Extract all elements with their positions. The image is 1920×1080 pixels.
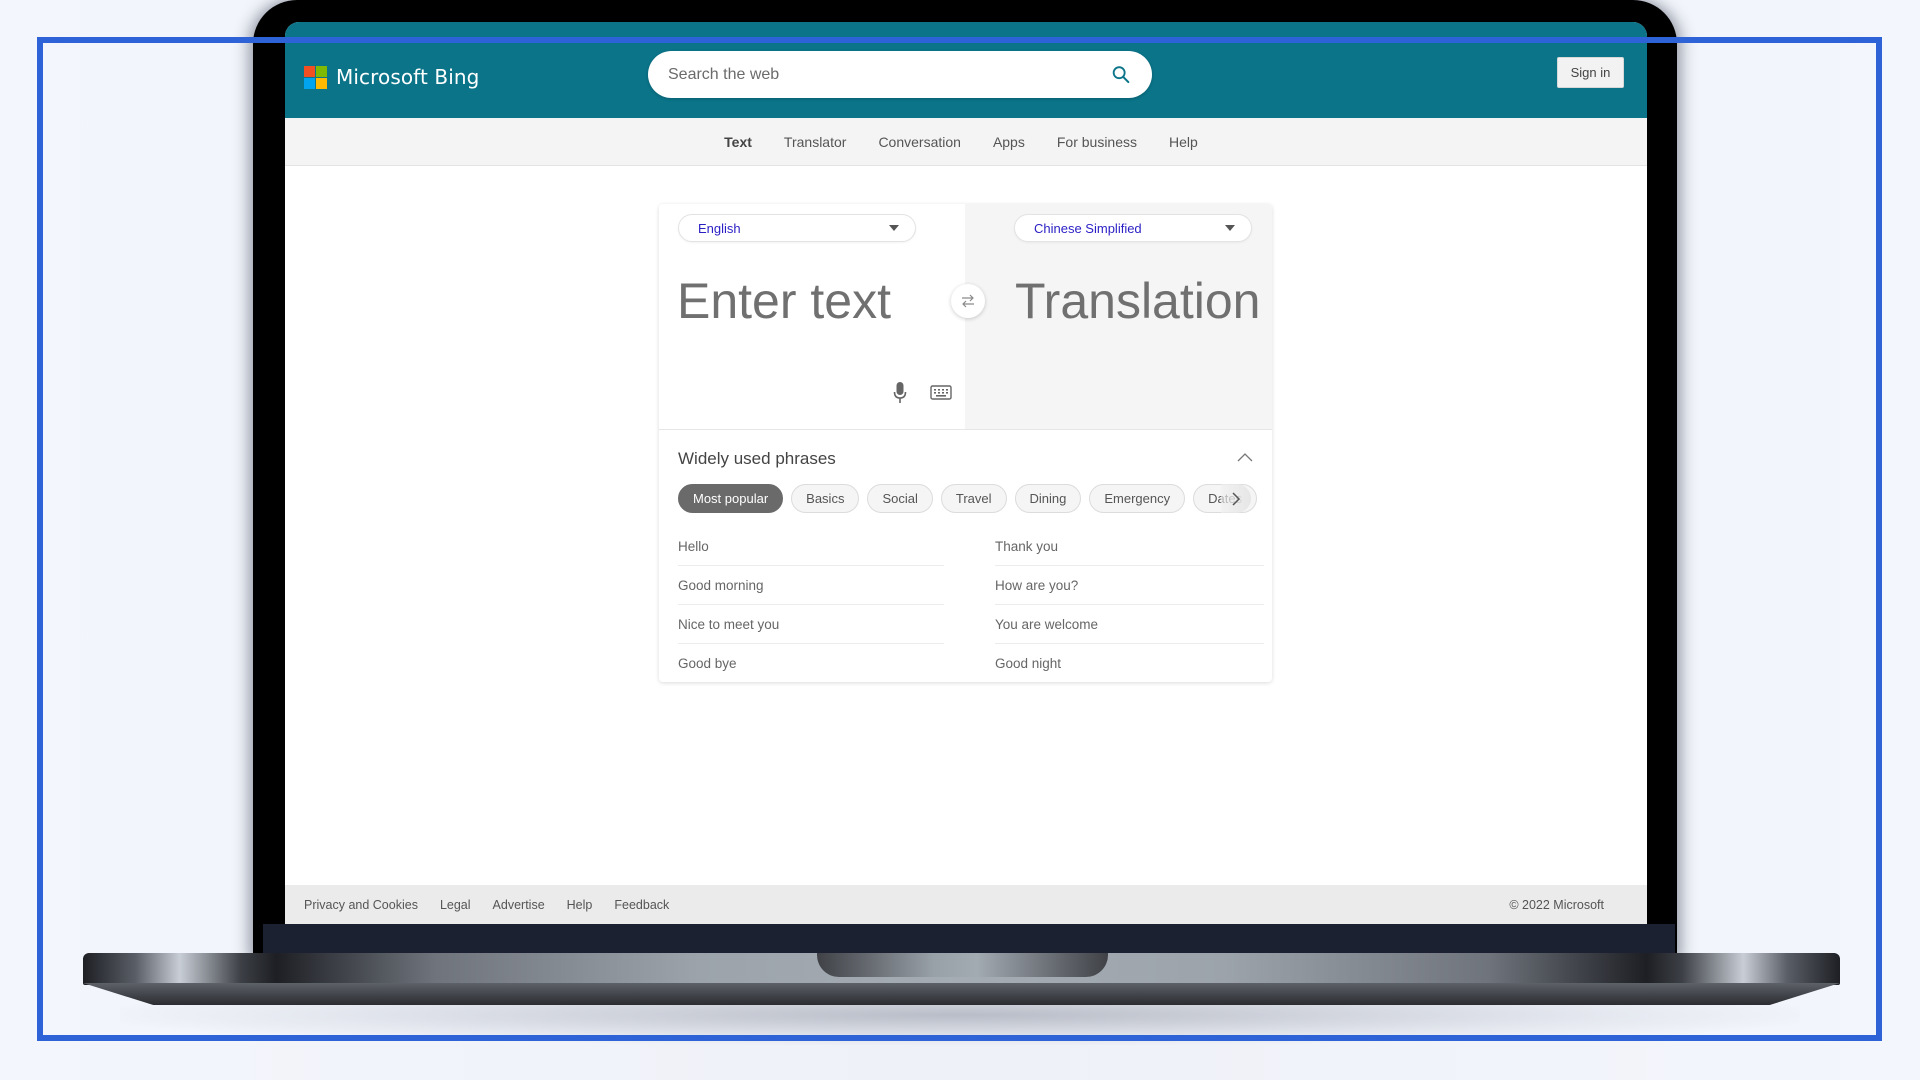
phrase-item[interactable]: How are you? — [995, 566, 1264, 605]
target-language-label: Chinese Simplified — [1034, 220, 1142, 236]
footer-link-privacy[interactable]: Privacy and Cookies — [304, 898, 418, 912]
header-bar: Microsoft Bing Sign in — [285, 22, 1647, 118]
footer-link-feedback[interactable]: Feedback — [614, 898, 669, 912]
brand-name: Microsoft Bing — [336, 65, 480, 89]
phrase-category-chips: Most popular Basics Social Travel Dining… — [678, 484, 1258, 513]
phrase-list-right: Thank you How are you? You are welcome G… — [995, 527, 1264, 682]
translation-output: Translation — [1015, 273, 1261, 329]
phrase-item[interactable]: Nice to meet you — [678, 605, 944, 644]
keyboard-icon[interactable] — [930, 385, 952, 400]
nav-tab-for-business[interactable]: For business — [1057, 134, 1137, 150]
phrase-item[interactable]: Good night — [995, 644, 1264, 682]
copyright-text: © 2022 Microsoft — [1509, 897, 1604, 912]
search-box[interactable] — [648, 51, 1152, 98]
footer-links: Privacy and Cookies Legal Advertise Help… — [304, 898, 669, 912]
chevron-right-icon — [1232, 491, 1241, 506]
search-icon[interactable] — [1110, 64, 1132, 86]
page-footer: Privacy and Cookies Legal Advertise Help… — [285, 885, 1647, 924]
caret-down-icon — [889, 225, 899, 231]
laptop-chin — [263, 924, 1675, 956]
chip-travel[interactable]: Travel — [940, 484, 1007, 513]
footer-link-advertise[interactable]: Advertise — [493, 898, 545, 912]
footer-link-help[interactable]: Help — [567, 898, 593, 912]
footer-link-legal[interactable]: Legal — [440, 898, 471, 912]
nav-tab-conversation[interactable]: Conversation — [878, 134, 961, 150]
phrase-item[interactable]: Good bye — [678, 644, 944, 682]
chip-emergency[interactable]: Emergency — [1089, 484, 1186, 513]
microsoft-logo-icon — [304, 65, 327, 89]
phrase-item[interactable]: Thank you — [995, 527, 1264, 566]
swap-arrows-icon — [962, 294, 974, 308]
source-text-input[interactable] — [677, 272, 947, 330]
laptop-base-lip — [83, 983, 1840, 1005]
phrase-item[interactable]: You are welcome — [995, 605, 1264, 644]
chip-most-popular[interactable]: Most popular — [678, 484, 784, 513]
search-input[interactable] — [668, 65, 1110, 84]
source-language-label: English — [698, 220, 741, 236]
swap-languages-button[interactable] — [951, 284, 985, 318]
card-divider — [659, 429, 1272, 430]
sign-in-button[interactable]: Sign in — [1557, 57, 1624, 88]
translator-nav: Text Translator Conversation Apps For bu… — [285, 118, 1647, 166]
caret-down-icon — [1225, 225, 1235, 231]
nav-tab-apps[interactable]: Apps — [993, 134, 1025, 150]
translator-card: English Chinese Simplified #src-text::pl… — [659, 204, 1272, 682]
phrases-heading: Widely used phrases — [678, 449, 836, 468]
laptop-opening-notch — [817, 953, 1108, 977]
nav-tab-text[interactable]: Text — [724, 134, 752, 150]
nav-tab-help[interactable]: Help — [1169, 134, 1198, 150]
bing-logo[interactable]: Microsoft Bing — [304, 65, 479, 89]
target-language-select[interactable]: Chinese Simplified — [1014, 214, 1252, 242]
chip-social[interactable]: Social — [867, 484, 933, 513]
source-language-select[interactable]: English — [678, 214, 916, 242]
browser-screen: Microsoft Bing Sign in Text Translator C… — [285, 22, 1647, 924]
phrase-item[interactable]: Good morning — [678, 566, 944, 605]
phrase-item[interactable]: Hello — [678, 527, 944, 566]
chip-dining[interactable]: Dining — [1014, 484, 1082, 513]
nav-tab-translator[interactable]: Translator — [784, 134, 847, 150]
chip-basics[interactable]: Basics — [791, 484, 860, 513]
chips-scroll-next-button[interactable] — [1221, 484, 1251, 513]
microphone-icon[interactable] — [892, 381, 908, 405]
phrase-list-left: Hello Good morning Nice to meet you Good… — [678, 527, 944, 682]
chevron-up-icon[interactable] — [1236, 450, 1254, 464]
